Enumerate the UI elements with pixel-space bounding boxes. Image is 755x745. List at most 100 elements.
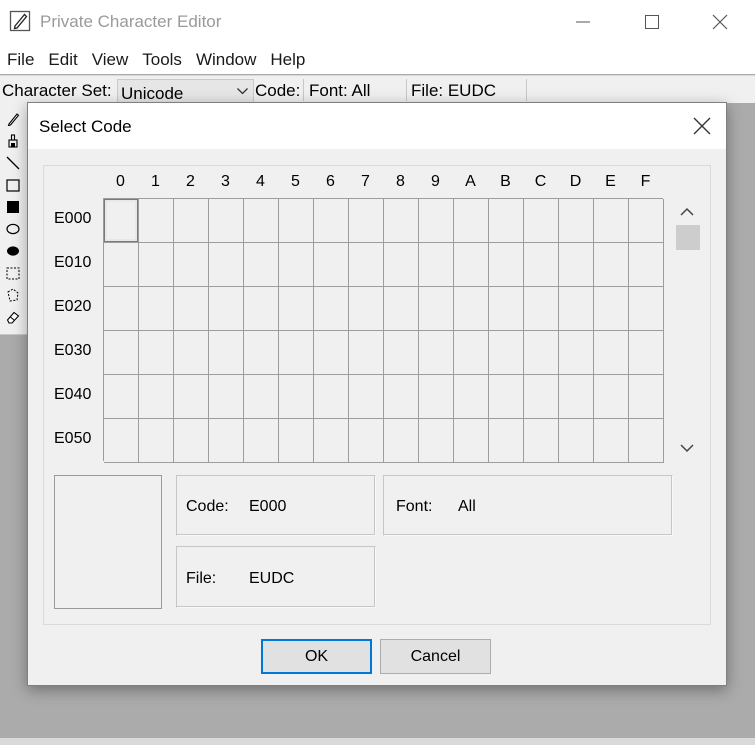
code-cell[interactable]	[559, 243, 594, 287]
code-cell[interactable]	[524, 375, 559, 419]
code-cell[interactable]	[104, 199, 139, 243]
code-cell[interactable]	[209, 375, 244, 419]
code-cell[interactable]	[454, 287, 489, 331]
code-cell[interactable]	[419, 419, 454, 463]
code-cell[interactable]	[384, 243, 419, 287]
menu-file[interactable]: File	[0, 44, 41, 74]
code-cell[interactable]	[559, 287, 594, 331]
code-cell[interactable]	[594, 199, 629, 243]
rectangular-selection-tool[interactable]	[4, 264, 21, 281]
code-cell[interactable]	[139, 375, 174, 419]
scrollbar-thumb[interactable]	[676, 225, 700, 250]
code-cell[interactable]	[279, 375, 314, 419]
code-cell[interactable]	[559, 199, 594, 243]
menu-edit[interactable]: Edit	[41, 44, 84, 74]
maximize-button[interactable]	[617, 0, 687, 44]
code-cell[interactable]	[349, 375, 384, 419]
freeform-selection-tool[interactable]	[4, 286, 21, 303]
code-cell[interactable]	[524, 419, 559, 463]
menu-tools[interactable]: Tools	[135, 44, 189, 74]
code-cell[interactable]	[244, 287, 279, 331]
filled-rectangle-tool[interactable]	[4, 198, 21, 215]
code-cell[interactable]	[279, 199, 314, 243]
code-cell[interactable]	[489, 419, 524, 463]
code-cell[interactable]	[209, 199, 244, 243]
code-cell[interactable]	[559, 331, 594, 375]
code-cell[interactable]	[594, 419, 629, 463]
code-cell[interactable]	[629, 331, 664, 375]
code-cell[interactable]	[314, 375, 349, 419]
code-cell[interactable]	[279, 331, 314, 375]
chevron-up-icon[interactable]	[680, 207, 694, 216]
code-cell[interactable]	[174, 287, 209, 331]
menu-window[interactable]: Window	[189, 44, 263, 74]
code-cell[interactable]	[279, 419, 314, 463]
code-cell[interactable]	[244, 199, 279, 243]
code-cell[interactable]	[454, 419, 489, 463]
code-cell[interactable]	[629, 375, 664, 419]
code-cell[interactable]	[489, 331, 524, 375]
code-cell[interactable]	[454, 199, 489, 243]
code-cell[interactable]	[139, 419, 174, 463]
code-cell[interactable]	[139, 287, 174, 331]
code-cell[interactable]	[279, 287, 314, 331]
code-cell[interactable]	[419, 199, 454, 243]
code-cell[interactable]	[279, 243, 314, 287]
code-cell[interactable]	[454, 331, 489, 375]
code-cell[interactable]	[419, 243, 454, 287]
code-cell[interactable]	[489, 287, 524, 331]
code-cell[interactable]	[104, 243, 139, 287]
code-cell[interactable]	[209, 331, 244, 375]
chevron-down-icon[interactable]	[680, 444, 694, 453]
code-cell[interactable]	[139, 199, 174, 243]
code-cell[interactable]	[349, 243, 384, 287]
character-set-dropdown[interactable]: Unicode	[117, 79, 254, 104]
code-cell[interactable]	[174, 331, 209, 375]
code-cell[interactable]	[244, 243, 279, 287]
code-cell[interactable]	[559, 375, 594, 419]
code-cell[interactable]	[629, 419, 664, 463]
code-cell[interactable]	[314, 331, 349, 375]
code-cell[interactable]	[349, 331, 384, 375]
code-cell[interactable]	[314, 243, 349, 287]
code-cell[interactable]	[174, 243, 209, 287]
code-cell[interactable]	[314, 419, 349, 463]
close-icon[interactable]	[692, 116, 712, 136]
code-cell[interactable]	[244, 331, 279, 375]
eraser-tool[interactable]	[4, 308, 21, 325]
code-cell[interactable]	[524, 287, 559, 331]
code-cell[interactable]	[349, 199, 384, 243]
code-cell[interactable]	[209, 243, 244, 287]
code-cell[interactable]	[384, 331, 419, 375]
code-cell[interactable]	[244, 375, 279, 419]
code-cell[interactable]	[174, 419, 209, 463]
code-cell[interactable]	[104, 287, 139, 331]
grid-scrollbar[interactable]	[674, 203, 702, 463]
code-cell[interactable]	[174, 375, 209, 419]
code-cell[interactable]	[629, 243, 664, 287]
code-cell[interactable]	[524, 243, 559, 287]
code-cell[interactable]	[384, 375, 419, 419]
code-cell[interactable]	[594, 375, 629, 419]
code-cell[interactable]	[454, 243, 489, 287]
code-cell[interactable]	[384, 419, 419, 463]
code-cell[interactable]	[139, 331, 174, 375]
menu-view[interactable]: View	[85, 44, 136, 74]
code-cell[interactable]	[419, 331, 454, 375]
code-cell[interactable]	[244, 419, 279, 463]
code-cell[interactable]	[104, 419, 139, 463]
code-cell[interactable]	[384, 199, 419, 243]
code-cell[interactable]	[594, 287, 629, 331]
code-cell[interactable]	[209, 287, 244, 331]
cancel-button[interactable]: Cancel	[380, 639, 491, 674]
minimize-button[interactable]	[548, 0, 618, 44]
menu-help[interactable]: Help	[263, 44, 312, 74]
code-cell[interactable]	[419, 287, 454, 331]
code-cell[interactable]	[314, 199, 349, 243]
code-cell[interactable]	[384, 287, 419, 331]
code-cell[interactable]	[139, 243, 174, 287]
code-cell[interactable]	[524, 331, 559, 375]
code-cell[interactable]	[174, 199, 209, 243]
code-cell[interactable]	[419, 375, 454, 419]
ok-button[interactable]: OK	[261, 639, 372, 674]
